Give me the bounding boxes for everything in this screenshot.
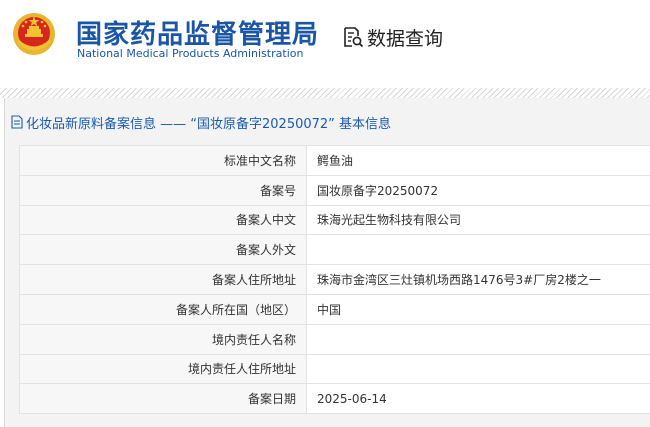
field-value-record-number: 国妆原备字20250072 xyxy=(306,174,650,206)
field-label-filer-country: 备案人所在国（地区） xyxy=(19,293,307,325)
site-header: 国家药品监督管理局 National Medical Products Admi… xyxy=(0,0,650,88)
header-divider xyxy=(0,88,650,98)
field-label-record-date: 备案日期 xyxy=(19,383,307,415)
data-query-label: 数据查询 xyxy=(367,27,444,50)
document-search-icon xyxy=(344,27,364,48)
table-row: 备案日期 2025-06-14 xyxy=(19,383,650,415)
field-label-standard-cn-name: 标准中文名称 xyxy=(19,145,307,176)
table-row: 备案人所在国（地区） 中国 xyxy=(19,293,650,325)
record-info-panel: 化妆品新原料备案信息 —— “国妆原备字20250072” 基本信息 标准中文名… xyxy=(4,98,650,427)
field-value-standard-cn-name: 鳄鱼油 xyxy=(306,145,650,176)
field-value-filer-cn: 珠海光起生物科技有限公司 xyxy=(306,204,650,236)
table-row: 备案人住所地址 珠海市金湾区三灶镇机场西路1476号3#厂房2楼之一 xyxy=(19,264,650,295)
document-icon xyxy=(11,115,23,129)
field-label-filer-foreign: 备案人外文 xyxy=(19,234,307,266)
org-name-en: National Medical Products Administration xyxy=(77,47,304,60)
section-title: 化妆品新原料备案信息 —— “国妆原备字20250072” 基本信息 xyxy=(11,112,391,132)
data-query-link[interactable]: 数据查询 xyxy=(342,24,443,50)
field-value-filer-address: 珠海市金湾区三灶镇机场西路1476号3#厂房2楼之一 xyxy=(306,264,650,295)
table-row: 备案号 国妆原备字20250072 xyxy=(19,174,650,206)
table-row: 备案人外文 xyxy=(19,234,650,266)
field-label-domestic-agent-name: 境内责任人名称 xyxy=(19,323,307,355)
field-value-domestic-agent-address xyxy=(306,353,650,385)
table-row: 标准中文名称 鳄鱼油 xyxy=(19,145,650,176)
section-title-text: 化妆品新原料备案信息 —— “国妆原备字20250072” 基本信息 xyxy=(26,116,392,132)
field-value-filer-foreign xyxy=(306,234,650,266)
field-value-record-date: 2025-06-14 xyxy=(306,383,650,415)
table-row: 境内责任人住所地址 xyxy=(19,353,650,385)
field-label-filer-cn: 备案人中文 xyxy=(19,204,307,236)
national-emblem-icon xyxy=(13,13,55,55)
field-label-filer-address: 备案人住所地址 xyxy=(19,264,307,295)
table-row: 境内责任人名称 xyxy=(19,323,650,355)
table-row: 备案人中文 珠海光起生物科技有限公司 xyxy=(19,204,650,236)
field-value-filer-country: 中国 xyxy=(306,293,650,325)
field-value-domestic-agent-name xyxy=(306,323,650,355)
field-label-domestic-agent-address: 境内责任人住所地址 xyxy=(19,353,307,385)
field-label-record-number: 备案号 xyxy=(19,174,307,206)
basic-info-table: 标准中文名称 鳄鱼油 备案号 国妆原备字20250072 备案人中文 珠海光起生… xyxy=(19,145,650,415)
org-name-cn: 国家药品监督管理局 xyxy=(76,20,320,50)
